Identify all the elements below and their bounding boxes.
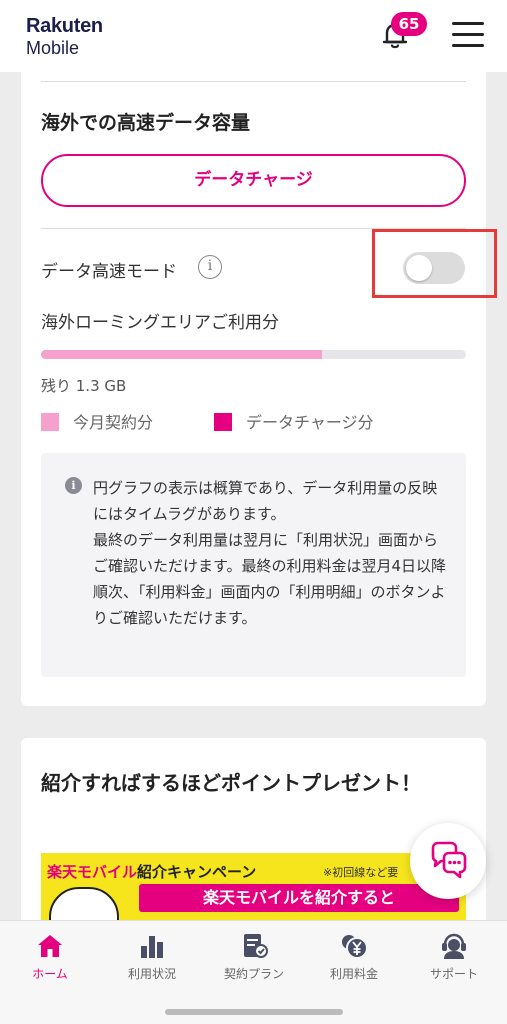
info-icon: i <box>65 477 82 494</box>
contract-icon <box>244 934 268 958</box>
tab-label: 契約プラン <box>223 967 284 981</box>
tab-usage[interactable]: 利用状況 <box>102 931 202 982</box>
tab-charges[interactable]: 利用料金 <box>304 931 404 982</box>
legend-label: 今月契約分 <box>73 413 154 432</box>
support-icon <box>442 933 466 959</box>
info-note-box: i 円グラフの表示は概算であり、データ利用量の反映にはタイムラグがあります。 最… <box>41 453 466 677</box>
legend-swatch <box>41 413 59 431</box>
home-indicator <box>165 1009 343 1015</box>
logo-line1: Rakuten <box>26 15 103 37</box>
app-header: Rakuten Mobile 65 <box>0 0 507 72</box>
legend-item-monthly: 今月契約分 <box>41 409 153 433</box>
section-title: 海外での高速データ容量 <box>41 112 251 134</box>
home-icon <box>38 935 62 957</box>
banner-note: ※初回線など要 <box>323 866 399 879</box>
logo-line2: Mobile <box>26 38 80 58</box>
info-icon[interactable]: i <box>198 255 222 279</box>
yen-coin-icon <box>342 935 368 959</box>
bar-chart-icon <box>141 936 163 958</box>
legend-item-charge: データチャージ分 <box>214 409 374 433</box>
highlight-frame <box>372 229 497 298</box>
tab-label: サポート <box>429 967 478 981</box>
tab-label: 利用料金 <box>329 967 378 981</box>
chat-bubbles-icon <box>431 841 467 879</box>
tab-label: 利用状況 <box>127 967 176 981</box>
banner-brand: 楽天モバイル <box>47 863 138 881</box>
usage-progress-fill <box>41 350 322 359</box>
chat-support-button[interactable] <box>410 823 486 899</box>
legend-swatch <box>214 413 232 431</box>
rakuten-mobile-logo[interactable]: Rakuten Mobile <box>26 16 103 57</box>
banner-subheading: 楽天モバイルを紹介すると <box>139 884 459 912</box>
tab-contract-plan[interactable]: 契約プラン <box>204 931 304 982</box>
tab-label: ホーム <box>32 967 68 981</box>
high-speed-mode-label: データ高速モード <box>41 262 177 282</box>
referral-title: 紹介すればするほどポイントプレゼント！ <box>41 771 421 795</box>
banner-heading: 楽天モバイル紹介キャンペーン <box>47 861 256 882</box>
info-note-text: 円グラフの表示は概算であり、データ利用量の反映にはタイムラグがあります。 最終の… <box>93 479 447 627</box>
hamburger-menu-icon[interactable] <box>452 22 484 50</box>
usage-progress-bar <box>41 350 466 359</box>
notification-count-badge: 65 <box>391 12 427 36</box>
bottom-tab-bar: ホーム 利用状況 契約プラン 利用料金 サポート <box>0 920 507 1024</box>
legend-label: データチャージ分 <box>246 413 374 432</box>
roaming-usage-label: 海外ローミングエリアご利用分 <box>41 313 279 333</box>
remaining-amount: 残り 1.3 GB <box>41 377 127 395</box>
divider <box>41 81 466 82</box>
overseas-data-card: 海外での高速データ容量 データチャージ データ高速モード i 海外ローミングエリ… <box>21 60 497 706</box>
tab-home[interactable]: ホーム <box>0 931 100 982</box>
data-charge-button[interactable]: データチャージ <box>41 154 466 207</box>
tab-support[interactable]: サポート <box>404 931 504 982</box>
banner-campaign: 紹介キャンペーン <box>137 863 257 881</box>
